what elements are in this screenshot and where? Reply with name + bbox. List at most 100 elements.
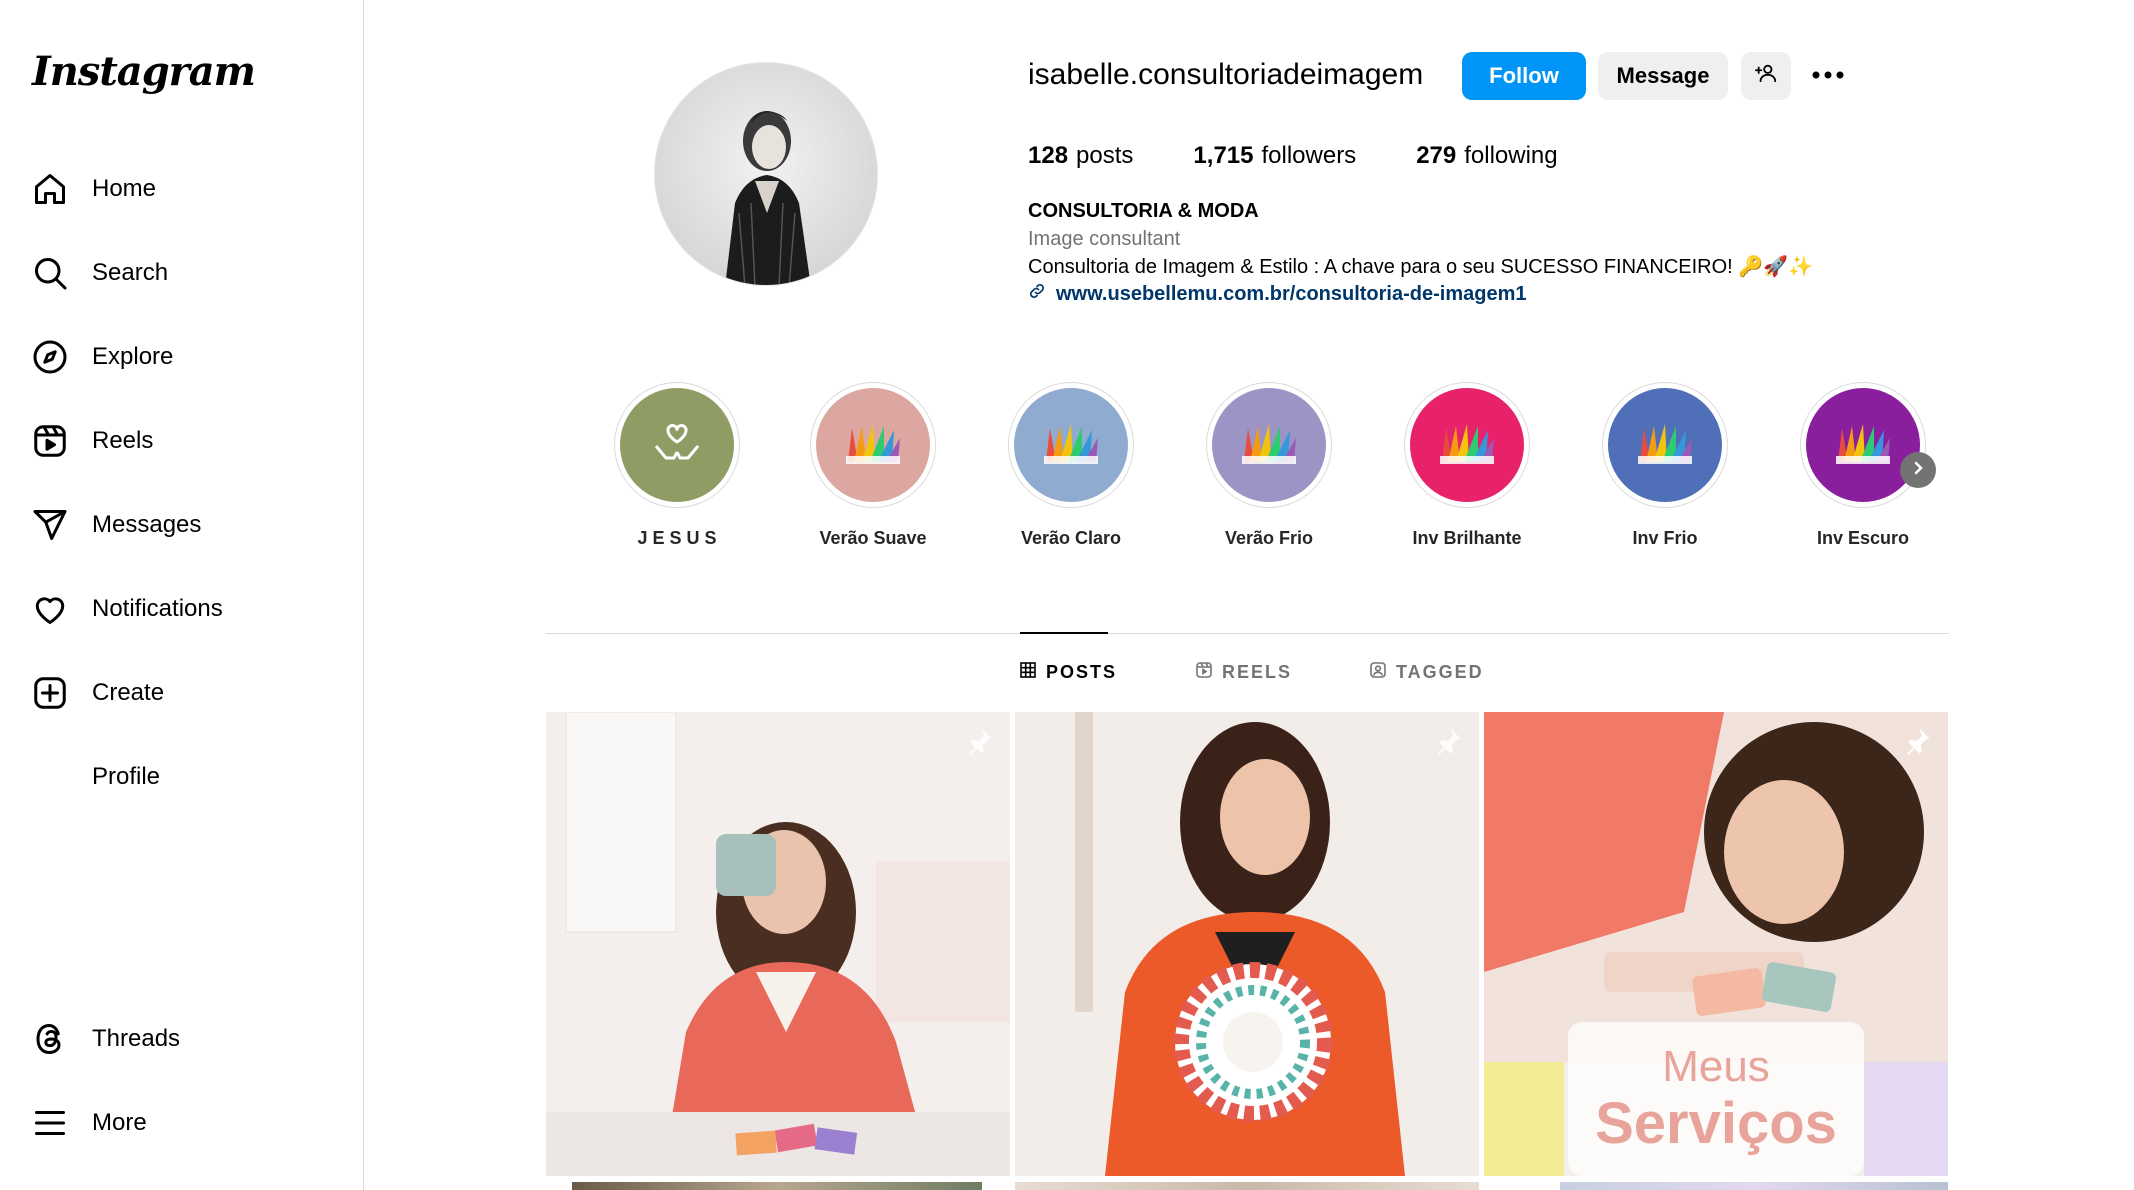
paper-plane-icon [30, 505, 70, 545]
color-palette-icon [1040, 418, 1102, 473]
color-palette-icon [1832, 418, 1894, 473]
grid-icon [1020, 662, 1036, 683]
link-icon [1028, 282, 1046, 306]
sidebar-item-reels[interactable]: Reels [30, 413, 340, 469]
tab-label: POSTS [1046, 662, 1118, 682]
highlight-ring [1008, 382, 1134, 508]
heart-icon [30, 589, 70, 629]
sidebar-item-notifications[interactable]: Notifications [30, 581, 340, 637]
sidebar-item-label: More [92, 1109, 147, 1136]
post-image [1015, 712, 1479, 1176]
bio-link[interactable]: www.usebellemu.com.br/consultoria-de-ima… [1028, 282, 1526, 306]
pin-icon [1433, 726, 1463, 761]
pin-icon [1902, 726, 1932, 761]
sidebar-item-label: Reels [92, 427, 154, 454]
highlight-ring [1602, 382, 1728, 508]
active-tab-indicator [1020, 632, 1108, 634]
sidebar-item-more[interactable]: More [30, 1095, 340, 1151]
post-thumbnail-partial[interactable] [1560, 1182, 1948, 1190]
sidebar-item-messages[interactable]: Messages [30, 497, 340, 553]
highlight-cover [1212, 388, 1326, 502]
posts-count: 128 [1028, 142, 1069, 169]
sidebar-item-home[interactable]: Home [30, 161, 340, 217]
bio-text: Consultoria de Imagem & Estilo : A chave… [1028, 256, 1813, 278]
highlight-label: Verão Claro [1020, 528, 1122, 548]
more-dots-icon [1811, 67, 1845, 85]
sidebar-item-create[interactable]: Create [30, 665, 340, 721]
highlight-item[interactable]: Inv Frio [1600, 382, 1730, 549]
follow-button[interactable]: Follow [1462, 52, 1586, 100]
chevron-right-icon [1910, 460, 1926, 481]
followers-count: 1,715 [1193, 142, 1254, 169]
message-button[interactable]: Message [1598, 52, 1728, 100]
tab-label: TAGGED [1396, 662, 1484, 682]
highlight-cover [620, 388, 734, 502]
sidebar-item-threads[interactable]: Threads [30, 1011, 340, 1067]
highlight-item[interactable]: Verão Claro [1006, 382, 1136, 549]
sidebar-item-label: Messages [92, 511, 202, 538]
posts-stat: 128 posts [1028, 142, 1133, 170]
post-thumbnail[interactable]: Meus Serviços [1484, 712, 1948, 1176]
profile-picture[interactable] [654, 62, 878, 286]
highlight-label: Verão Frio [1224, 528, 1314, 548]
tabs-divider [546, 633, 1949, 634]
highlight-item[interactable]: Verão Suave [808, 382, 938, 549]
followers-stat[interactable]: 1,715 followers [1193, 142, 1356, 170]
highlight-item[interactable]: Verão Frio [1204, 382, 1334, 549]
post-thumbnail-partial[interactable] [572, 1182, 982, 1190]
highlight-cover [1014, 388, 1128, 502]
highlight-label: Inv Brilhante [1412, 528, 1522, 548]
add-user-icon [1755, 62, 1777, 90]
sidebar-item-search[interactable]: Search [30, 245, 340, 301]
highlight-ring [614, 382, 740, 508]
post-overlay-line1: Meus [1662, 1042, 1770, 1091]
reels-icon [30, 421, 70, 461]
search-icon [30, 253, 70, 293]
tab-label: REELS [1222, 662, 1293, 682]
plus-square-icon [30, 673, 70, 713]
tab-reels[interactable]: REELS [1196, 662, 1292, 683]
home-icon [30, 169, 70, 209]
tagged-icon [1370, 662, 1386, 683]
threads-icon [30, 1019, 70, 1059]
sidebar-item-profile[interactable]: Profile [30, 749, 340, 805]
following-stat[interactable]: 279 following [1416, 142, 1557, 170]
post-thumbnail-partial[interactable] [1015, 1182, 1479, 1190]
highlight-cover [816, 388, 930, 502]
sidebar-item-label: Search [92, 259, 169, 286]
sidebar-item-label: Threads [92, 1025, 181, 1052]
profile-username: isabelle.consultoriadeimagem [1028, 58, 1424, 91]
highlight-label: Inv Escuro [1816, 528, 1910, 548]
bio-link-text: www.usebellemu.com.br/consultoria-de-ima… [1056, 282, 1527, 305]
following-count: 279 [1416, 142, 1457, 169]
suggest-accounts-button[interactable] [1741, 52, 1791, 100]
highlight-item[interactable]: Inv Brilhante [1402, 382, 1532, 549]
post-image [546, 712, 1010, 1176]
bio-name: CONSULTORIA & MODA [1028, 200, 1259, 222]
highlight-ring [1800, 382, 1926, 508]
instagram-logo[interactable]: Instagram [32, 48, 256, 95]
tab-posts[interactable]: POSTS [1020, 662, 1117, 683]
sidebar-item-label: Profile [92, 763, 161, 790]
pin-icon [964, 726, 994, 761]
sidebar-item-explore[interactable]: Explore [30, 329, 340, 385]
post-thumbnail[interactable] [546, 712, 1010, 1176]
highlight-ring [1206, 382, 1332, 508]
highlight-cover [1806, 388, 1920, 502]
heart-hands-icon [650, 416, 704, 475]
more-options-button[interactable] [1808, 60, 1848, 92]
highlights-next-button[interactable] [1900, 452, 1936, 488]
color-palette-icon [1238, 418, 1300, 473]
highlight-label: Verão Suave [819, 528, 927, 548]
sidebar-item-label: Create [92, 679, 165, 706]
color-palette-icon [1634, 418, 1696, 473]
post-thumbnail[interactable] [1015, 712, 1479, 1176]
followers-label: followers [1261, 142, 1357, 169]
highlight-item[interactable]: J E S U S [612, 382, 742, 549]
tab-tagged[interactable]: TAGGED [1370, 662, 1484, 683]
color-palette-icon [1436, 418, 1498, 473]
bio-category: Image consultant [1028, 228, 1181, 250]
profile-stats: 128 posts 1,715 followers 279 following [1028, 142, 1618, 170]
highlight-label: J E S U S [637, 528, 717, 548]
sidebar-item-label: Explore [92, 343, 174, 370]
